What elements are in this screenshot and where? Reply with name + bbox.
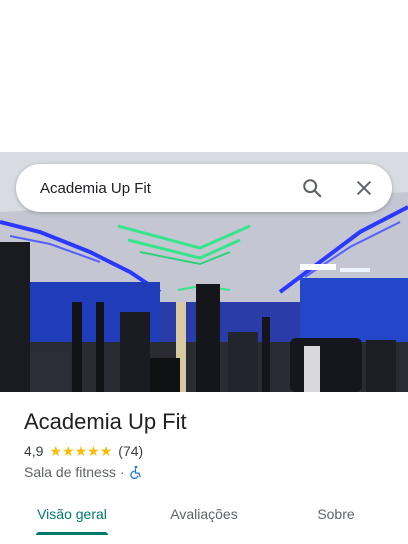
tab-about[interactable]: Sobre <box>264 496 408 532</box>
tab-label: Sobre <box>317 506 355 522</box>
place-info: Academia Up Fit 4,9 ★ ★ ★ ★ ★ (74) Sala … <box>24 408 392 480</box>
review-count[interactable]: (74) <box>118 443 143 459</box>
star-icon: ★ <box>99 443 113 459</box>
rating-value: 4,9 <box>24 443 44 459</box>
tab-label: Avaliações <box>170 506 238 522</box>
tab-bar: Visão geral Avaliações Sobre <box>0 496 408 536</box>
close-button[interactable] <box>344 168 384 208</box>
close-icon <box>357 181 371 195</box>
active-tab-indicator <box>36 532 108 535</box>
search-icon <box>303 179 322 198</box>
tab-reviews[interactable]: Avaliações <box>144 496 264 532</box>
star-icon: ★ <box>62 443 75 459</box>
search-bar[interactable]: Academia Up Fit <box>16 164 392 212</box>
rating-row[interactable]: 4,9 ★ ★ ★ ★ ★ (74) <box>24 443 392 459</box>
star-icon: ★ <box>49 443 63 459</box>
place-category: Sala de fitness <box>24 464 116 480</box>
tab-label: Visão geral <box>37 506 107 522</box>
search-input[interactable]: Academia Up Fit <box>40 180 292 197</box>
star-icon: ★ <box>87 443 100 459</box>
star-rating: ★ ★ ★ ★ ★ <box>49 444 112 458</box>
place-title: Academia Up Fit <box>24 409 187 434</box>
separator: · <box>119 464 125 480</box>
tab-overview[interactable]: Visão geral <box>0 496 144 532</box>
star-icon: ★ <box>74 443 88 459</box>
category-row: Sala de fitness · <box>24 464 392 480</box>
search-button[interactable] <box>292 168 332 208</box>
wheelchair-icon <box>129 465 143 479</box>
